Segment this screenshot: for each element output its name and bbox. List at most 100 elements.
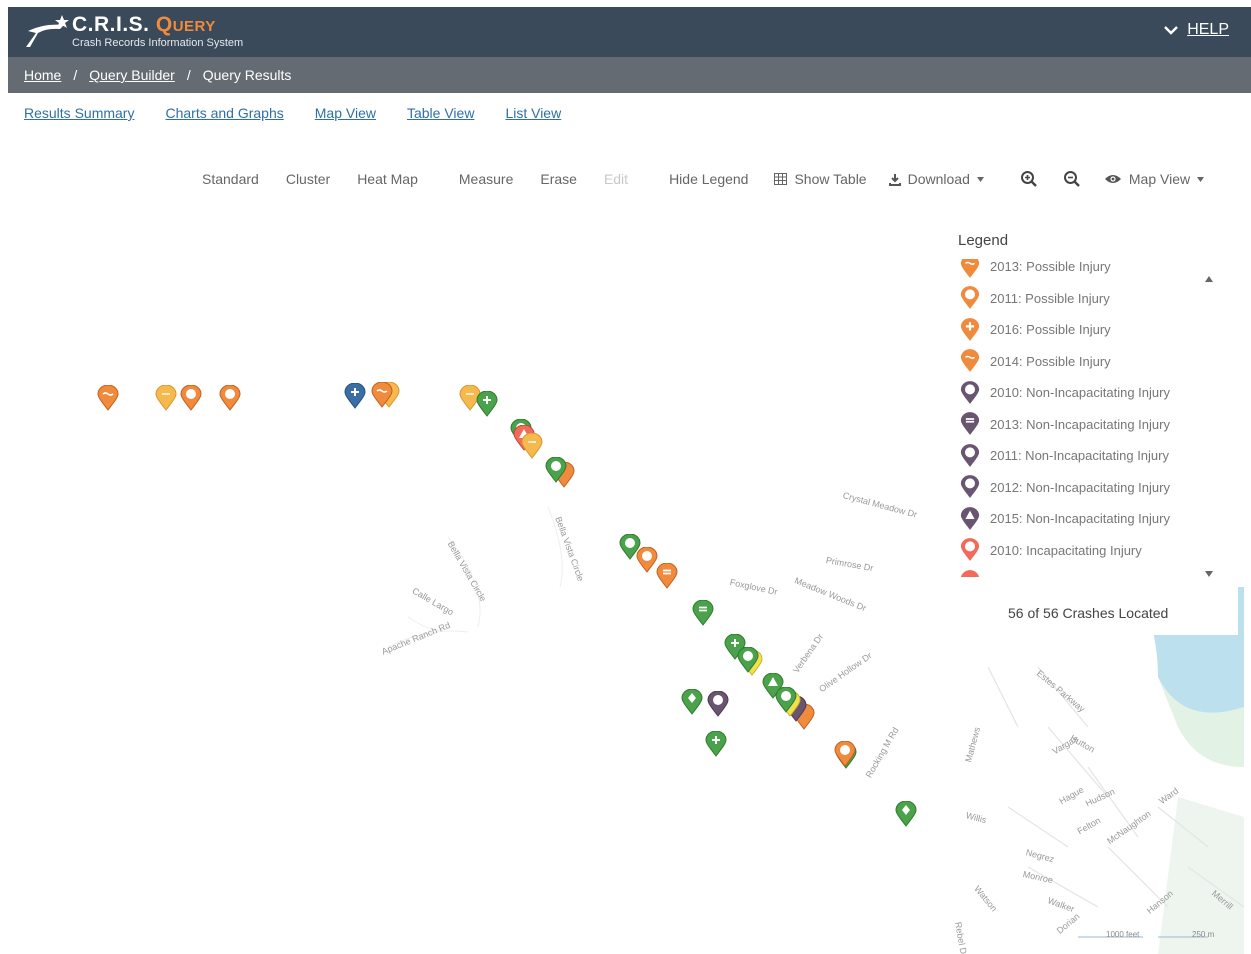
crash-marker-green[interactable] xyxy=(895,801,917,827)
legend-item xyxy=(960,566,1200,577)
map-view-label: Map View xyxy=(1128,171,1191,187)
top-header: C.R.I.S. Query Crash Records Information… xyxy=(8,7,1251,57)
legend-item: 2014: Possible Injury xyxy=(960,346,1200,378)
chevron-down-icon xyxy=(1164,26,1179,35)
eye-icon xyxy=(1104,175,1121,183)
cluster-button[interactable]: Cluster xyxy=(286,171,330,187)
legend-title: Legend xyxy=(958,232,1009,249)
crash-marker-green[interactable] xyxy=(476,391,498,417)
breadcrumb-separator: / xyxy=(73,67,78,83)
breadcrumb: Home / Query Builder / Query Results xyxy=(8,57,1251,93)
legend-label: 2014: Possible Injury xyxy=(990,353,1111,369)
legend-label: 2010: Incapacitating Injury xyxy=(990,542,1142,558)
legend-item: 2011: Non-Incapacitating Injury xyxy=(960,440,1200,472)
map-legend: Legend 2013: Possible Injury 2011: Possi… xyxy=(950,219,1238,635)
breadcrumb-home[interactable]: Home xyxy=(24,67,61,83)
show-table-button[interactable]: Show Table xyxy=(774,171,867,187)
legend-label: 2016: Possible Injury xyxy=(990,322,1111,338)
tilde-pin-icon xyxy=(960,349,980,373)
hide-legend-button[interactable]: Hide Legend xyxy=(669,171,748,187)
table-icon xyxy=(774,173,788,185)
legend-item: 2013: Non-Incapacitating Injury xyxy=(960,409,1200,441)
legend-item: 2011: Possible Injury xyxy=(960,283,1200,315)
breadcrumb-current: Query Results xyxy=(202,67,292,83)
zoom-in-icon[interactable] xyxy=(1020,170,1038,188)
view-tabs: Results Summary Charts and Graphs Map Vi… xyxy=(24,105,561,121)
legend-label: 2015: Non-Incapacitating Injury xyxy=(990,511,1170,527)
help-link[interactable]: HELP xyxy=(1187,21,1229,39)
ring-pin-icon xyxy=(960,475,980,499)
ring-pin-icon xyxy=(960,538,980,562)
crash-marker-green[interactable] xyxy=(705,731,727,757)
legend-item: 2010: Non-Incapacitating Injury xyxy=(960,377,1200,409)
erase-button[interactable]: Erase xyxy=(540,171,577,187)
download-button[interactable]: Download xyxy=(888,171,984,187)
caret-down-icon xyxy=(1197,176,1205,182)
ring-pin-icon xyxy=(960,286,980,310)
map-view-button[interactable]: Map View xyxy=(1104,171,1205,187)
brand-query: Query xyxy=(155,13,216,36)
breadcrumb-separator: / xyxy=(186,67,191,83)
crashes-located-count: 56 of 56 Crashes Located xyxy=(1008,605,1169,621)
legend-item: 2013: Possible Injury xyxy=(960,259,1200,283)
legend-scroll-down-icon[interactable] xyxy=(1205,571,1213,577)
tab-map-view[interactable]: Map View xyxy=(315,105,376,121)
triangle-pin-icon xyxy=(960,506,980,530)
crash-marker-possible-injury[interactable] xyxy=(656,563,678,589)
plus-pin-icon xyxy=(960,317,980,341)
zoom-out-icon[interactable] xyxy=(1063,170,1081,188)
brand: C.R.I.S. Query Crash Records Information… xyxy=(72,13,243,50)
legend-item: 2015: Non-Incapacitating Injury xyxy=(960,503,1200,535)
crash-marker-possible-injury[interactable] xyxy=(219,385,241,411)
pin-icon xyxy=(961,569,979,577)
download-label: Download xyxy=(907,171,970,187)
crash-marker-green[interactable] xyxy=(692,600,714,626)
heat-map-button[interactable]: Heat Map xyxy=(357,171,418,187)
legend-label: 2013: Non-Incapacitating Injury xyxy=(990,416,1170,432)
tab-table-view[interactable]: Table View xyxy=(407,105,474,121)
crash-marker-possible-injury[interactable] xyxy=(636,547,658,573)
standard-button[interactable]: Standard xyxy=(202,171,259,187)
crash-marker-non-incapacitating[interactable] xyxy=(707,691,729,717)
breadcrumb-query-builder[interactable]: Query Builder xyxy=(89,67,175,83)
legend-label: 2011: Non-Incapacitating Injury xyxy=(990,448,1169,464)
crash-marker-green[interactable] xyxy=(737,647,759,673)
legend-label: 2010: Non-Incapacitating Injury xyxy=(990,385,1170,401)
ring-pin-icon xyxy=(960,443,980,467)
tab-charts-and-graphs[interactable]: Charts and Graphs xyxy=(165,105,283,121)
crash-marker-green[interactable] xyxy=(681,689,703,715)
download-icon xyxy=(888,173,901,186)
crash-marker-possible-injury[interactable] xyxy=(97,385,119,411)
measure-button[interactable]: Measure xyxy=(459,171,513,187)
help-menu[interactable]: HELP xyxy=(1163,21,1229,39)
crash-marker-green[interactable] xyxy=(775,687,797,713)
tab-results-summary[interactable]: Results Summary xyxy=(24,105,134,121)
crash-marker-blue[interactable] xyxy=(344,383,366,409)
legend-label: 2013: Possible Injury xyxy=(990,259,1111,275)
show-table-label: Show Table xyxy=(794,171,867,187)
legend-label: 2011: Possible Injury xyxy=(990,290,1110,306)
legend-list[interactable]: 2013: Possible Injury 2011: Possible Inj… xyxy=(960,259,1200,577)
map-toolbar: Standard Cluster Heat Map Measure Erase … xyxy=(202,170,1205,188)
edit-button[interactable]: Edit xyxy=(604,171,628,187)
legend-label: 2012: Non-Incapacitating Injury xyxy=(990,479,1170,495)
legend-item: 2010: Incapacitating Injury xyxy=(960,535,1200,567)
app-window: C.R.I.S. Query Crash Records Information… xyxy=(8,7,1251,954)
crash-marker-possible-injury-light[interactable] xyxy=(521,433,543,459)
legend-item: 2012: Non-Incapacitating Injury xyxy=(960,472,1200,504)
bars-pin-icon xyxy=(960,412,980,436)
legend-scroll-up-icon[interactable] xyxy=(1205,276,1213,282)
crash-marker-possible-injury[interactable] xyxy=(155,385,177,411)
scale-feet: 1000 feet xyxy=(1106,930,1140,939)
brand-subtitle: Crash Records Information System xyxy=(72,37,244,49)
tilde-pin-icon xyxy=(960,259,980,278)
tab-list-view[interactable]: List View xyxy=(505,105,561,121)
crash-marker-green[interactable] xyxy=(545,457,567,483)
legend-item: 2016: Possible Injury xyxy=(960,314,1200,346)
crash-marker-possible-injury[interactable] xyxy=(180,385,202,411)
brand-title: C.R.I.S. Query xyxy=(72,13,216,36)
caret-down-icon xyxy=(976,176,984,182)
crash-marker-possible-injury[interactable] xyxy=(834,741,856,767)
crash-marker-possible-injury[interactable] xyxy=(371,382,393,408)
cris-logo-icon xyxy=(26,15,69,47)
